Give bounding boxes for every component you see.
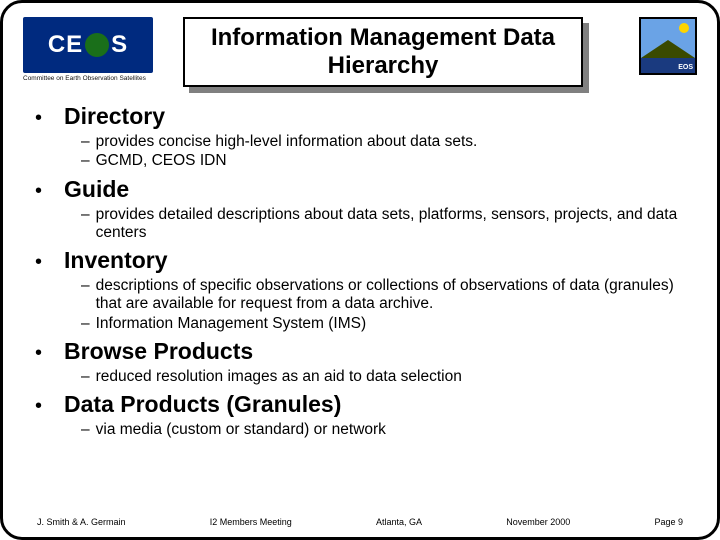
bullet-icon: • [35,104,42,132]
list-item: • Browse Products –reduced resolution im… [27,338,697,386]
sub-text: descriptions of specific observations or… [96,277,697,314]
list-item: • Guide –provides detailed descriptions … [27,176,697,243]
dash-icon: – [81,133,90,151]
sub-list: –reduced resolution images as an aid to … [81,368,697,386]
item-title: Inventory [64,247,168,274]
footer-meeting: I2 Members Meeting [210,517,292,527]
title-box: Information Management Data Hierarchy [183,17,583,87]
sub-text: GCMD, CEOS IDN [96,152,227,170]
ceos-caption: Committee on Earth Observation Satellite… [23,75,146,82]
sub-item: –descriptions of specific observations o… [81,277,697,314]
list-item: • Data Products (Granules) –via media (c… [27,391,697,439]
item-title: Directory [64,103,165,130]
mountain-icon [641,40,695,58]
dash-icon: – [81,421,90,439]
dash-icon: – [81,368,90,386]
sub-item: –GCMD, CEOS IDN [81,152,697,170]
sub-item: –reduced resolution images as an aid to … [81,368,697,386]
footer-date: November 2000 [506,517,570,527]
body: • Directory –provides concise high-level… [23,103,697,440]
footer-location: Atlanta, GA [376,517,422,527]
bullet-icon: • [35,248,42,276]
list-item: • Inventory –descriptions of specific ob… [27,247,697,333]
sub-list: –via media (custom or standard) or netwo… [81,421,697,439]
item-title: Browse Products [64,338,253,365]
sub-text: reduced resolution images as an aid to d… [96,368,462,386]
eos-logo: EOS [639,17,697,75]
sub-text: Information Management System (IMS) [96,315,367,333]
sub-text: via media (custom or standard) or networ… [96,421,386,439]
dash-icon: – [81,152,90,170]
item-title: Data Products (Granules) [64,391,341,418]
item-title: Guide [64,176,129,203]
sub-list: –provides concise high-level information… [81,133,697,171]
sub-text: provides detailed descriptions about dat… [96,206,697,243]
list-item: • Directory –provides concise high-level… [27,103,697,171]
footer-page: Page 9 [654,517,683,527]
sub-item: –provides detailed descriptions about da… [81,206,697,243]
bullet-icon: • [35,392,42,420]
sub-list: –descriptions of specific observations o… [81,277,697,333]
dash-icon: – [81,277,90,295]
dash-icon: – [81,315,90,333]
item-head: • Data Products (Granules) [27,391,697,420]
footer-authors: J. Smith & A. Germain [37,517,126,527]
item-head: • Browse Products [27,338,697,367]
sub-item: –via media (custom or standard) or netwo… [81,421,697,439]
ceos-logo: CES [23,17,153,73]
item-head: • Directory [27,103,697,132]
sub-item: –Information Management System (IMS) [81,315,697,333]
item-head: • Inventory [27,247,697,276]
dash-icon: – [81,206,90,224]
earth-icon [85,33,109,57]
bullet-icon: • [35,177,42,205]
item-head: • Guide [27,176,697,205]
sub-list: –provides detailed descriptions about da… [81,206,697,243]
header: CES Committee on Earth Observation Satel… [23,17,697,95]
sun-icon [679,23,689,33]
sub-item: –provides concise high-level information… [81,133,697,151]
eos-label: EOS [678,64,693,71]
slide-title: Information Management Data Hierarchy [183,17,583,87]
sky-icon [641,19,695,58]
footer: J. Smith & A. Germain I2 Members Meeting… [37,517,683,527]
sub-text: provides concise high-level information … [96,133,478,151]
slide: CES Committee on Earth Observation Satel… [0,0,720,540]
bullet-icon: • [35,339,42,367]
